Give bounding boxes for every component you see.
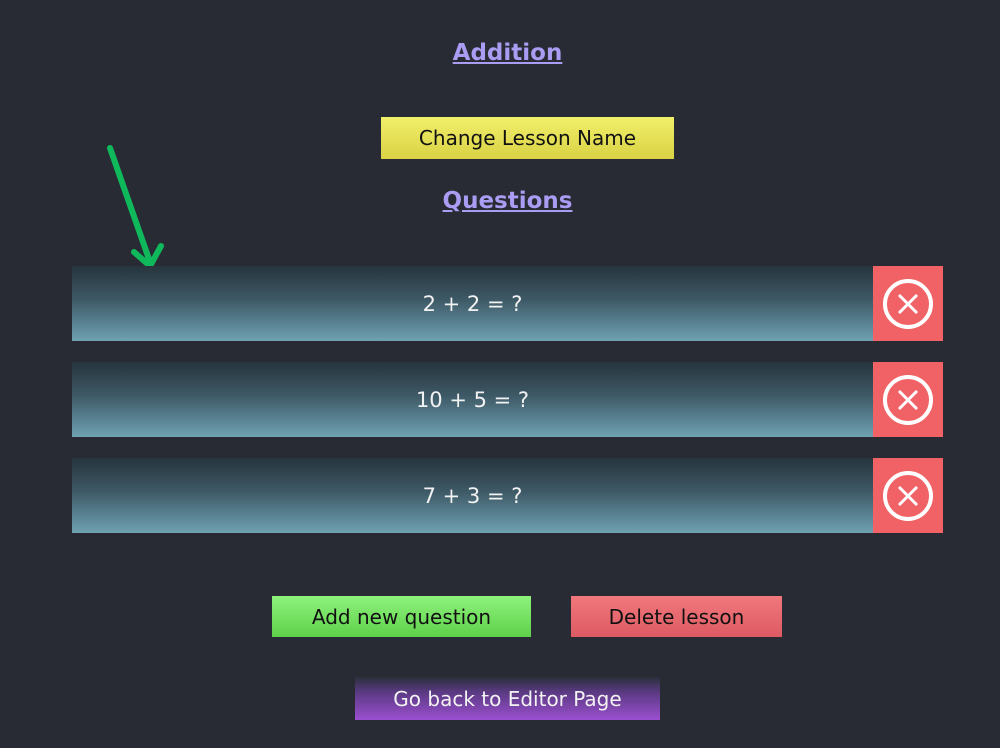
question-row: 2 + 2 = ? (72, 266, 943, 341)
add-question-button[interactable]: Add new question (272, 596, 531, 637)
question-item[interactable]: 7 + 3 = ? (72, 458, 873, 533)
question-item[interactable]: 10 + 5 = ? (72, 362, 873, 437)
delete-lesson-button[interactable]: Delete lesson (571, 596, 782, 637)
close-circle-icon (883, 470, 933, 521)
lesson-editor-page: Addition Change Lesson Name Questions 2 … (0, 0, 1000, 748)
delete-question-button[interactable] (873, 266, 943, 341)
delete-question-button[interactable] (873, 458, 943, 533)
question-text: 10 + 5 = ? (415, 387, 530, 412)
lesson-title: Addition (452, 40, 563, 66)
question-item[interactable]: 2 + 2 = ? (72, 266, 873, 341)
back-to-editor-button[interactable]: Go back to Editor Page (355, 677, 660, 720)
change-lesson-name-button[interactable]: Change Lesson Name (381, 117, 674, 159)
delete-question-button[interactable] (873, 362, 943, 437)
question-row: 10 + 5 = ? (72, 362, 943, 437)
close-circle-icon (883, 278, 933, 329)
close-circle-icon (883, 374, 933, 425)
question-text: 2 + 2 = ? (422, 291, 523, 316)
question-text: 7 + 3 = ? (422, 483, 523, 508)
question-row: 7 + 3 = ? (72, 458, 943, 533)
arrow-down-icon (107, 145, 164, 269)
